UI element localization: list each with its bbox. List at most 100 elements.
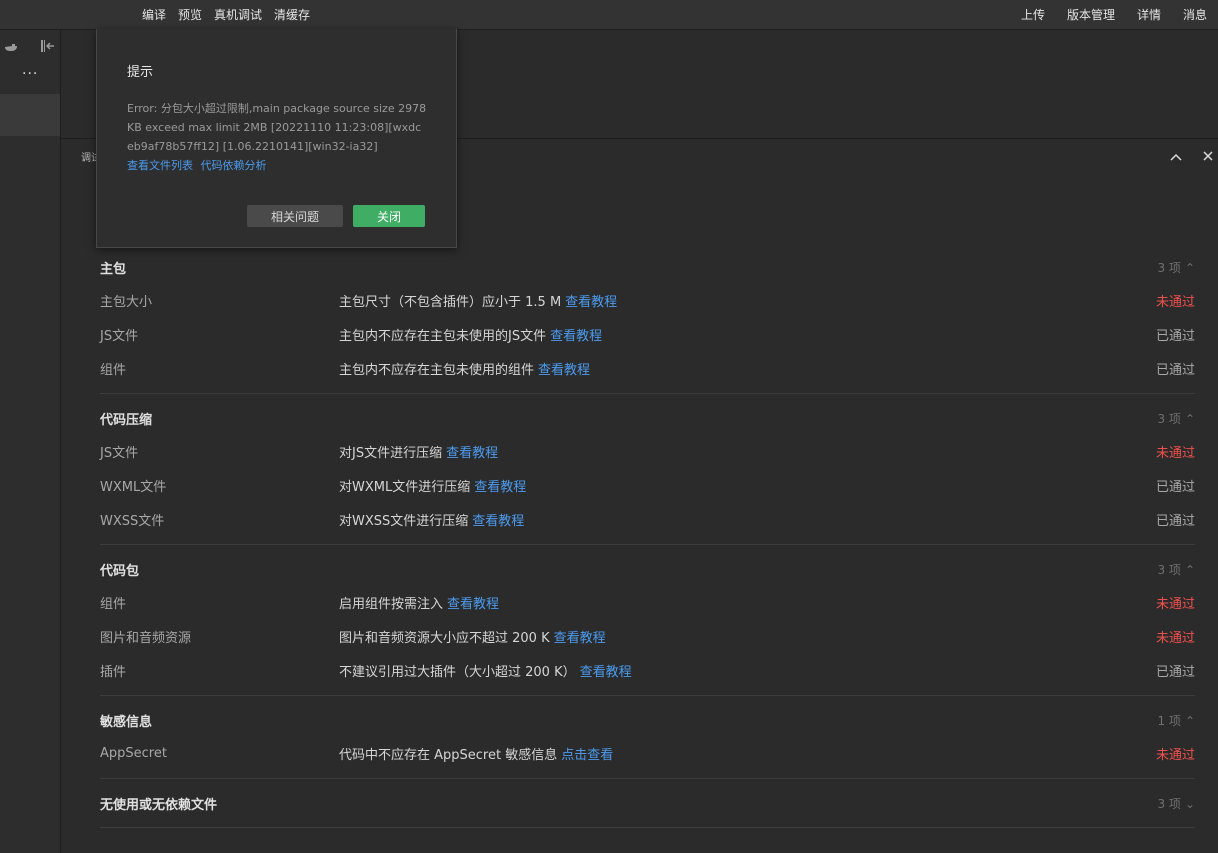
check-description-text: 图片和音频资源大小应不超过 200 K bbox=[339, 630, 550, 646]
section-divider bbox=[100, 778, 1195, 779]
section-title: 代码压缩 bbox=[100, 412, 153, 428]
section: 敏感信息 1 项 ⌃ AppSecret 代码中不应存在 AppSecret 敏感信息点… bbox=[100, 704, 1195, 779]
section-count-label: 3 项 bbox=[1157, 562, 1181, 577]
toolbar-left-group: 编译 预览 真机调试 清缓存 bbox=[136, 0, 316, 29]
upload-button[interactable]: 上传 bbox=[1010, 6, 1056, 23]
check-description-text: 对WXSS文件进行压缩 bbox=[339, 513, 469, 529]
check-description-text: 主包内不应存在主包未使用的组件 bbox=[339, 362, 535, 378]
section-count[interactable]: 3 项 ⌄ bbox=[1157, 795, 1195, 812]
compile-button[interactable]: 编译 bbox=[136, 6, 172, 23]
section-header[interactable]: 敏感信息 1 项 ⌃ bbox=[100, 704, 1195, 736]
check-row: 主包大小 主包尺寸（不包含插件）应小于 1.5 M 查看教程 未通过 bbox=[100, 283, 1195, 317]
chevron-up-icon: ⌃ bbox=[1184, 411, 1195, 426]
tutorial-link[interactable]: 查看教程 bbox=[580, 665, 632, 680]
section-title: 主包 bbox=[100, 261, 127, 277]
check-description: 不建议引用过大插件（大小超过 200 K） 查看教程 bbox=[339, 661, 1156, 680]
tutorial-link[interactable]: 查看教程 bbox=[550, 329, 602, 344]
dependency-analysis-link[interactable]: 代码依赖分析 bbox=[201, 159, 267, 172]
chevron-up-icon: ⌃ bbox=[1184, 713, 1195, 728]
check-description-text: 启用组件按需注入 bbox=[339, 596, 444, 612]
check-description-text: 对WXML文件进行压缩 bbox=[339, 479, 471, 495]
remote-debug-button[interactable]: 真机调试 bbox=[208, 6, 268, 23]
section-divider bbox=[100, 827, 1195, 828]
preview-button[interactable]: 预览 bbox=[172, 6, 208, 23]
section-header[interactable]: 代码压缩 3 项 ⌃ bbox=[100, 402, 1195, 434]
check-row: 图片和音频资源 图片和音频资源大小应不超过 200 K 查看教程 未通过 bbox=[100, 619, 1195, 653]
tutorial-link[interactable]: 查看教程 bbox=[474, 480, 526, 495]
check-name: WXML文件 bbox=[100, 479, 167, 495]
check-name: 组件 bbox=[100, 362, 127, 378]
view-file-list-link[interactable]: 查看文件列表 bbox=[127, 159, 193, 172]
status-badge: 已通过 bbox=[1155, 328, 1195, 344]
dialog-title: 提示 bbox=[127, 65, 154, 80]
section-count[interactable]: 3 项 ⌃ bbox=[1157, 561, 1195, 578]
collapse-panel-icon[interactable] bbox=[40, 38, 56, 57]
section: 无使用或无依赖文件 3 项 ⌄ bbox=[100, 787, 1195, 828]
section: 代码压缩 3 项 ⌃ JS文件 对JS文件进行压缩 查看教程 未通过 WXML文件 对WXML文… bbox=[100, 402, 1195, 545]
check-description: 主包内不应存在主包未使用的组件 查看教程 bbox=[339, 359, 1156, 378]
section-count-label: 3 项 bbox=[1157, 260, 1181, 275]
section-header[interactable]: 主包 3 项 ⌃ bbox=[100, 251, 1195, 283]
more-icon[interactable]: ··· bbox=[22, 66, 38, 82]
status-badge: 已通过 bbox=[1155, 362, 1195, 378]
check-description: 启用组件按需注入 查看教程 bbox=[339, 593, 1156, 612]
section-count[interactable]: 3 项 ⌃ bbox=[1157, 259, 1195, 276]
toolbar-right-group: 上传 版本管理 详情 消息 bbox=[1010, 0, 1218, 29]
check-row: JS文件 主包内不应存在主包未使用的JS文件 查看教程 已通过 bbox=[100, 317, 1195, 351]
section-title: 敏感信息 bbox=[100, 714, 153, 730]
status-badge: 未通过 bbox=[1155, 596, 1195, 612]
section-divider bbox=[100, 393, 1195, 394]
left-sidebar: ··· bbox=[0, 30, 61, 853]
check-name: 图片和音频资源 bbox=[100, 630, 192, 646]
close-icon[interactable] bbox=[1202, 147, 1214, 166]
check-name: JS文件 bbox=[100, 445, 139, 461]
check-name: WXSS文件 bbox=[100, 513, 165, 529]
tutorial-link[interactable]: 查看教程 bbox=[565, 295, 617, 310]
error-dialog: 提示 Error: 分包大小超过限制,main package source s… bbox=[96, 29, 457, 248]
chevron-down-icon: ⌄ bbox=[1184, 796, 1195, 811]
check-description: 对WXSS文件进行压缩 查看教程 bbox=[339, 510, 1156, 529]
check-description: 代码中不应存在 AppSecret 敏感信息 点击查看 bbox=[339, 744, 1156, 763]
check-description-text: 不建议引用过大插件（大小超过 200 K） bbox=[339, 664, 576, 680]
close-dialog-button[interactable]: 关闭 bbox=[353, 205, 425, 227]
section-count-label: 1 项 bbox=[1157, 713, 1181, 728]
tutorial-link[interactable]: 查看教程 bbox=[538, 363, 590, 378]
check-row: JS文件 对JS文件进行压缩 查看教程 未通过 bbox=[100, 434, 1195, 468]
check-row: 组件 启用组件按需注入 查看教程 未通过 bbox=[100, 585, 1195, 619]
status-badge: 已通过 bbox=[1155, 479, 1195, 495]
check-name: 插件 bbox=[100, 664, 127, 680]
tutorial-link[interactable]: 查看教程 bbox=[472, 514, 524, 529]
clear-cache-button[interactable]: 清缓存 bbox=[268, 6, 316, 23]
whale-icon[interactable] bbox=[4, 38, 18, 57]
status-badge: 已通过 bbox=[1155, 664, 1195, 680]
check-description: 主包内不应存在主包未使用的JS文件 查看教程 bbox=[339, 325, 1156, 344]
tutorial-link[interactable]: 点击查看 bbox=[561, 748, 613, 763]
section-header[interactable]: 代码包 3 项 ⌃ bbox=[100, 553, 1195, 585]
section-count[interactable]: 1 项 ⌃ bbox=[1157, 712, 1195, 729]
sidebar-icon-row bbox=[0, 34, 60, 60]
version-management-button[interactable]: 版本管理 bbox=[1056, 6, 1126, 23]
check-description: 对JS文件进行压缩 查看教程 bbox=[339, 442, 1156, 461]
sidebar-selected-item[interactable] bbox=[0, 94, 60, 136]
tutorial-link[interactable]: 查看教程 bbox=[447, 597, 499, 612]
top-toolbar: 编译 预览 真机调试 清缓存 上传 版本管理 详情 消息 bbox=[0, 0, 1218, 30]
status-badge: 已通过 bbox=[1155, 513, 1195, 529]
section-count[interactable]: 3 项 ⌃ bbox=[1157, 410, 1195, 427]
section-header[interactable]: 无使用或无依赖文件 3 项 ⌄ bbox=[100, 787, 1195, 819]
chevron-up-icon[interactable] bbox=[1170, 147, 1182, 166]
section-divider bbox=[100, 695, 1195, 696]
section: 主包 3 项 ⌃ 主包大小 主包尺寸（不包含插件）应小于 1.5 M 查看教程 未通过 JS文… bbox=[100, 251, 1195, 394]
check-row: AppSecret 代码中不应存在 AppSecret 敏感信息 点击查看 未通过 bbox=[100, 736, 1195, 770]
section-count-label: 3 项 bbox=[1157, 411, 1181, 426]
tutorial-link[interactable]: 查看教程 bbox=[446, 446, 498, 461]
check-description-text: 主包内不应存在主包未使用的JS文件 bbox=[339, 328, 547, 344]
related-issues-button[interactable]: 相关问题 bbox=[247, 205, 343, 227]
check-name: AppSecret bbox=[100, 745, 167, 761]
details-button[interactable]: 详情 bbox=[1126, 6, 1172, 23]
section-count-label: 3 项 bbox=[1157, 796, 1181, 811]
messages-button[interactable]: 消息 bbox=[1172, 6, 1218, 23]
tutorial-link[interactable]: 查看教程 bbox=[554, 631, 606, 646]
check-description: 主包尺寸（不包含插件）应小于 1.5 M 查看教程 bbox=[339, 291, 1156, 310]
check-description: 对WXML文件进行压缩 查看教程 bbox=[339, 476, 1156, 495]
check-name: 主包大小 bbox=[100, 294, 153, 310]
